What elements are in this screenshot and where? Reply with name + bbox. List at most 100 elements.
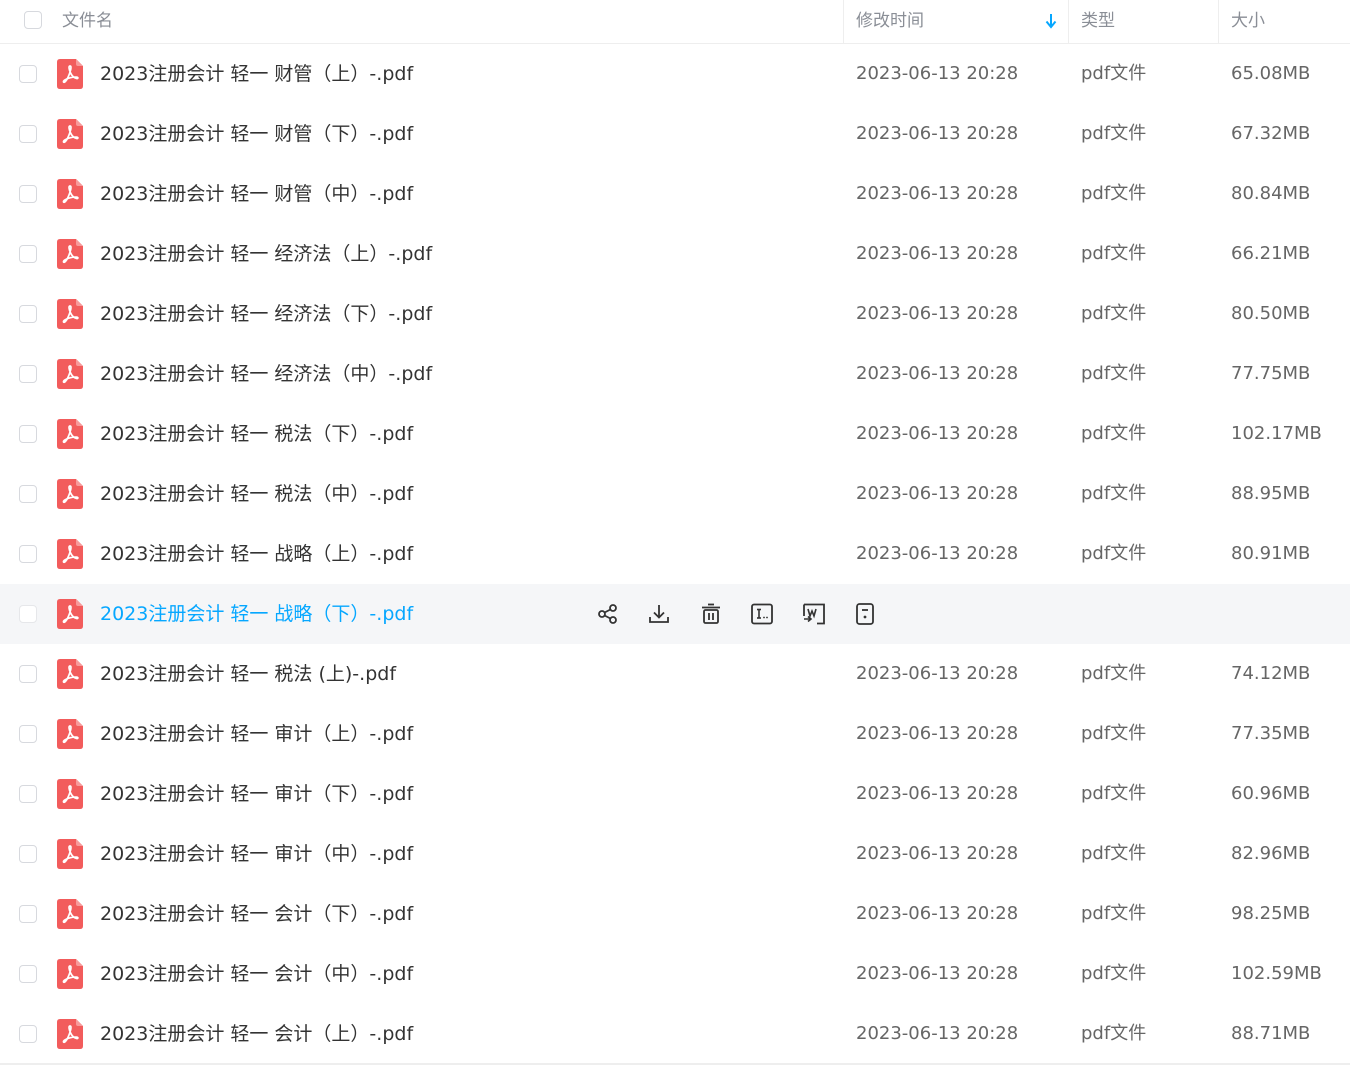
file-type: pdf文件	[1081, 963, 1147, 984]
file-name-link[interactable]: 2023注册会计 轻一 税法（中）-.pdf	[100, 464, 413, 524]
share-icon[interactable]	[595, 601, 621, 627]
table-row[interactable]: 2023注册会计 轻一 财管（中）-.pdf 2023-06-13 20:28 pd…	[0, 164, 1350, 224]
modified-time: 2023-06-13 20:28	[856, 363, 1019, 384]
rename-icon[interactable]	[749, 601, 775, 627]
row-checkbox[interactable]	[19, 125, 37, 143]
row-checkbox[interactable]	[19, 305, 37, 323]
row-checkbox[interactable]	[19, 605, 37, 623]
row-checkbox[interactable]	[19, 65, 37, 83]
column-divider	[1218, 0, 1219, 43]
column-header-type[interactable]: 类型	[1081, 0, 1115, 43]
table-header: 文件名 修改时间 类型 大小	[0, 0, 1350, 44]
pdf-file-icon	[57, 899, 83, 929]
row-checkbox[interactable]	[19, 245, 37, 263]
row-checkbox[interactable]	[19, 845, 37, 863]
row-checkbox[interactable]	[19, 185, 37, 203]
file-size: 66.21MB	[1231, 243, 1311, 264]
file-name-link[interactable]: 2023注册会计 轻一 审计（中）-.pdf	[100, 824, 413, 884]
select-all-checkbox[interactable]	[24, 11, 42, 29]
table-row[interactable]: 2023注册会计 轻一 税法（中）-.pdf 2023-06-13 20:28 pd…	[0, 464, 1350, 524]
file-type: pdf文件	[1081, 183, 1147, 204]
more-icon[interactable]	[852, 601, 878, 627]
file-name-link[interactable]: 2023注册会计 轻一 会计（下）-.pdf	[100, 884, 413, 944]
table-row[interactable]: 2023注册会计 轻一 经济法（上）-.pdf 2023-06-13 20:28 p…	[0, 224, 1350, 284]
download-icon[interactable]	[646, 601, 672, 627]
column-header-name[interactable]: 文件名	[62, 0, 113, 43]
file-name-link[interactable]: 2023注册会计 轻一 战略（下）-.pdf	[100, 584, 413, 644]
file-type: pdf文件	[1081, 123, 1147, 144]
file-size: 80.91MB	[1231, 543, 1311, 564]
modified-time: 2023-06-13 20:28	[856, 723, 1019, 744]
row-checkbox[interactable]	[19, 905, 37, 923]
modified-time: 2023-06-13 20:28	[856, 483, 1019, 504]
file-name-link[interactable]: 2023注册会计 轻一 税法（下）-.pdf	[100, 404, 413, 464]
row-checkbox[interactable]	[19, 1025, 37, 1043]
pdf-file-icon	[57, 419, 83, 449]
arrow-down-icon[interactable]	[1044, 11, 1058, 31]
table-row[interactable]: 2023注册会计 轻一 审计（上）-.pdf 2023-06-13 20:28 pd…	[0, 704, 1350, 764]
table-row[interactable]: 2023注册会计 轻一 战略（下）-.pdf	[0, 584, 1350, 644]
file-name-link[interactable]: 2023注册会计 轻一 会计（上）-.pdf	[100, 1004, 413, 1064]
table-row[interactable]: 2023注册会计 轻一 审计（中）-.pdf 2023-06-13 20:28 pd…	[0, 824, 1350, 884]
modified-time: 2023-06-13 20:28	[856, 783, 1019, 804]
file-size: 60.96MB	[1231, 783, 1311, 804]
file-name-link[interactable]: 2023注册会计 轻一 经济法（下）-.pdf	[100, 284, 432, 344]
convert-word-icon[interactable]	[801, 601, 827, 627]
file-name-link[interactable]: 2023注册会计 轻一 财管（中）-.pdf	[100, 164, 413, 224]
pdf-file-icon	[57, 719, 83, 749]
file-type: pdf文件	[1081, 63, 1147, 84]
row-checkbox[interactable]	[19, 485, 37, 503]
modified-time: 2023-06-13 20:28	[856, 123, 1019, 144]
file-size: 80.84MB	[1231, 183, 1311, 204]
modified-time: 2023-06-13 20:28	[856, 423, 1019, 444]
table-row[interactable]: 2023注册会计 轻一 战略（上）-.pdf 2023-06-13 20:28 pd…	[0, 524, 1350, 584]
column-divider	[843, 0, 844, 43]
file-name-link[interactable]: 2023注册会计 轻一 经济法（上）-.pdf	[100, 224, 432, 284]
table-row[interactable]: 2023注册会计 轻一 财管（下）-.pdf 2023-06-13 20:28 pd…	[0, 104, 1350, 164]
delete-icon[interactable]	[698, 601, 724, 627]
file-type: pdf文件	[1081, 783, 1147, 804]
column-header-mtime[interactable]: 修改时间	[856, 0, 924, 43]
modified-time: 2023-06-13 20:28	[856, 63, 1019, 84]
file-name-link[interactable]: 2023注册会计 轻一 会计（中）-.pdf	[100, 944, 413, 1004]
file-name-link[interactable]: 2023注册会计 轻一 战略（上）-.pdf	[100, 524, 413, 584]
column-header-size[interactable]: 大小	[1231, 0, 1265, 43]
table-row[interactable]: 2023注册会计 轻一 经济法（中）-.pdf 2023-06-13 20:28 p…	[0, 344, 1350, 404]
pdf-file-icon	[57, 479, 83, 509]
table-bottom-border	[0, 1063, 1350, 1065]
column-divider	[1068, 0, 1069, 43]
row-checkbox[interactable]	[19, 425, 37, 443]
row-checkbox[interactable]	[19, 545, 37, 563]
file-name-link[interactable]: 2023注册会计 轻一 审计（下）-.pdf	[100, 764, 413, 824]
table-row[interactable]: 2023注册会计 轻一 审计（下）-.pdf 2023-06-13 20:28 pd…	[0, 764, 1350, 824]
pdf-file-icon	[57, 239, 83, 269]
row-checkbox[interactable]	[19, 965, 37, 983]
row-checkbox[interactable]	[19, 725, 37, 743]
table-row[interactable]: 2023注册会计 轻一 经济法（下）-.pdf 2023-06-13 20:28 p…	[0, 284, 1350, 344]
file-name-link[interactable]: 2023注册会计 轻一 财管（上）-.pdf	[100, 44, 413, 104]
table-row[interactable]: 2023注册会计 轻一 税法 (上)-.pdf 2023-06-13 20:28 p…	[0, 644, 1350, 704]
pdf-file-icon	[57, 659, 83, 689]
row-checkbox[interactable]	[19, 665, 37, 683]
table-row[interactable]: 2023注册会计 轻一 会计（上）-.pdf 2023-06-13 20:28 pd…	[0, 1004, 1350, 1064]
file-name-link[interactable]: 2023注册会计 轻一 经济法（中）-.pdf	[100, 344, 432, 404]
row-checkbox[interactable]	[19, 365, 37, 383]
table-row[interactable]: 2023注册会计 轻一 财管（上）-.pdf 2023-06-13 20:28 pd…	[0, 44, 1350, 104]
table-row[interactable]: 2023注册会计 轻一 会计（中）-.pdf 2023-06-13 20:28 pd…	[0, 944, 1350, 1004]
file-type: pdf文件	[1081, 423, 1147, 444]
row-checkbox[interactable]	[19, 785, 37, 803]
pdf-file-icon	[57, 959, 83, 989]
file-name-link[interactable]: 2023注册会计 轻一 财管（下）-.pdf	[100, 104, 413, 164]
pdf-file-icon	[57, 1019, 83, 1049]
table-row[interactable]: 2023注册会计 轻一 税法（下）-.pdf 2023-06-13 20:28 pd…	[0, 404, 1350, 464]
file-size: 77.35MB	[1231, 723, 1311, 744]
modified-time: 2023-06-13 20:28	[856, 303, 1019, 324]
file-size: 65.08MB	[1231, 63, 1311, 84]
file-name-link[interactable]: 2023注册会计 轻一 审计（上）-.pdf	[100, 704, 413, 764]
file-type: pdf文件	[1081, 903, 1147, 924]
file-name-link[interactable]: 2023注册会计 轻一 税法 (上)-.pdf	[100, 644, 396, 704]
file-size: 88.71MB	[1231, 1023, 1311, 1044]
modified-time: 2023-06-13 20:28	[856, 243, 1019, 264]
table-row[interactable]: 2023注册会计 轻一 会计（下）-.pdf 2023-06-13 20:28 pd…	[0, 884, 1350, 944]
pdf-file-icon	[57, 359, 83, 389]
